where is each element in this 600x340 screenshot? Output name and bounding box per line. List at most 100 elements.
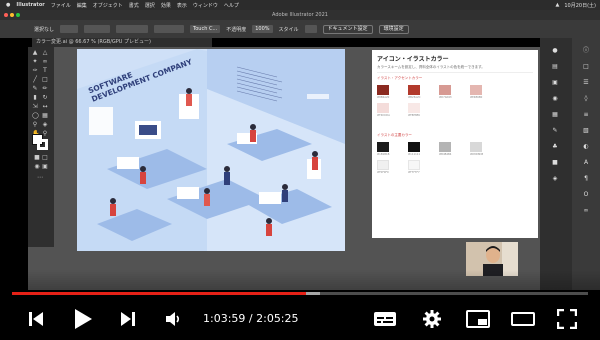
menu-file[interactable]: ファイル bbox=[51, 2, 71, 9]
menu-object[interactable]: オブジェクト bbox=[93, 2, 123, 9]
gradient-panel-icon[interactable]: ▧ bbox=[583, 128, 589, 134]
variable-width-dropdown[interactable] bbox=[154, 25, 185, 33]
appearance-icon[interactable]: ◈ bbox=[552, 176, 558, 182]
swatch[interactable] bbox=[377, 103, 389, 113]
swatch[interactable] bbox=[377, 160, 389, 170]
next-icon bbox=[121, 312, 135, 326]
align-icon[interactable]: ☰ bbox=[583, 80, 589, 86]
paragraph-icon[interactable]: ¶ bbox=[583, 176, 589, 182]
miniplayer-button[interactable] bbox=[463, 305, 493, 333]
menu-edit[interactable]: 編集 bbox=[77, 2, 87, 9]
menu-select[interactable]: 選択 bbox=[145, 2, 155, 9]
blend-tool-icon[interactable]: ◈ bbox=[42, 122, 48, 128]
line-tool-icon[interactable]: ╱ bbox=[32, 77, 38, 83]
stroke-weight-field[interactable] bbox=[116, 25, 149, 33]
color-panel-icon[interactable]: ◉ bbox=[552, 96, 558, 102]
eyedropper-tool-icon[interactable]: ⚲ bbox=[32, 122, 38, 128]
menu-effect[interactable]: 効果 bbox=[161, 2, 171, 9]
minimize-window-icon[interactable] bbox=[10, 13, 14, 17]
menu-view[interactable]: 表示 bbox=[177, 2, 187, 9]
color-scheme-slide[interactable]: アイコン・イラストカラー カラースキームを設定し、資料全体のイラストの色を統一で… bbox=[372, 50, 538, 238]
transparency-icon[interactable]: ◐ bbox=[583, 144, 589, 150]
eraser-tool-icon[interactable]: ▮ bbox=[32, 95, 38, 101]
video-player[interactable]: ● Illustrator ファイル 編集 オブジェクト 書式 選択 効果 表示… bbox=[0, 0, 600, 340]
style-swatch[interactable] bbox=[304, 25, 317, 33]
links-icon[interactable]: ∞ bbox=[583, 208, 589, 214]
swatch[interactable] bbox=[470, 85, 482, 95]
stroke-panel-icon[interactable]: ≡ bbox=[583, 112, 589, 118]
brush-dropdown[interactable]: Touch C... bbox=[190, 25, 221, 33]
swatch[interactable] bbox=[408, 85, 420, 95]
wifi-icon[interactable]: ▲ bbox=[556, 2, 560, 8]
section-main-label: イラストの主要カラー bbox=[377, 133, 412, 137]
stroke-dropdown[interactable] bbox=[84, 25, 111, 33]
fill-swatch[interactable] bbox=[60, 25, 79, 33]
magic-wand-tool-icon[interactable]: ✦ bbox=[32, 59, 38, 65]
play-button[interactable] bbox=[66, 305, 100, 333]
fullscreen-button[interactable] bbox=[553, 305, 581, 333]
apple-icon[interactable]: ● bbox=[6, 2, 10, 8]
layers-icon[interactable]: ▤ bbox=[552, 64, 558, 70]
color-mode-icon[interactable]: ■ bbox=[34, 155, 40, 161]
more-tools-icon[interactable]: ⋯ bbox=[37, 175, 43, 181]
theater-mode-button[interactable] bbox=[508, 305, 538, 333]
swatch[interactable] bbox=[470, 142, 482, 152]
menu-type[interactable]: 書式 bbox=[129, 2, 139, 9]
properties-icon[interactable]: ● bbox=[552, 48, 558, 54]
graphic-styles-icon[interactable]: ■ bbox=[552, 160, 558, 166]
symbols-icon[interactable]: ♣ bbox=[552, 144, 558, 150]
rectangle-tool-icon[interactable]: □ bbox=[42, 77, 48, 83]
info-icon[interactable]: ⓘ bbox=[583, 48, 589, 54]
stroke-color-swatch[interactable] bbox=[37, 139, 48, 150]
lasso-tool-icon[interactable]: ∞ bbox=[42, 59, 48, 65]
app-menu[interactable]: Illustrator bbox=[16, 2, 44, 8]
direct-selection-tool-icon[interactable]: △ bbox=[42, 50, 48, 56]
next-button[interactable] bbox=[114, 305, 142, 333]
swatches-icon[interactable]: ▦ bbox=[552, 112, 558, 118]
type-tool-icon[interactable]: T bbox=[42, 68, 48, 74]
duration: 2:05:25 bbox=[256, 312, 299, 325]
brushes-icon[interactable]: ✎ bbox=[552, 128, 558, 134]
opacity-field[interactable]: 100% bbox=[252, 25, 273, 33]
draw-mode-icon[interactable]: ◉ bbox=[34, 164, 40, 170]
settings-icon bbox=[423, 310, 441, 328]
miniplayer-icon bbox=[466, 310, 490, 328]
shape-builder-tool-icon[interactable]: ◯ bbox=[32, 113, 39, 119]
preferences-button[interactable]: 環境設定 bbox=[378, 24, 409, 34]
gradient-mode-icon[interactable]: □ bbox=[42, 155, 48, 161]
character-icon[interactable]: A bbox=[583, 160, 589, 166]
settings-button[interactable] bbox=[418, 305, 446, 333]
document-tab[interactable]: カラー変更.ai @ 66.67 % (RGB/GPU プレビュー) bbox=[32, 38, 212, 47]
swatch[interactable] bbox=[408, 160, 420, 170]
rotate-tool-icon[interactable]: ↻ bbox=[42, 95, 48, 101]
swatch[interactable] bbox=[377, 85, 389, 95]
swatch[interactable] bbox=[408, 103, 420, 113]
pencil-tool-icon[interactable]: ✏ bbox=[42, 86, 48, 92]
swatch[interactable] bbox=[439, 142, 451, 152]
width-tool-icon[interactable]: ↔ bbox=[42, 104, 48, 110]
pathfinder-icon[interactable]: □ bbox=[583, 64, 589, 70]
menu-window[interactable]: ウィンドウ bbox=[193, 2, 218, 9]
close-window-icon[interactable] bbox=[4, 13, 8, 17]
libraries-icon[interactable]: ▣ bbox=[552, 80, 558, 86]
swatch[interactable] bbox=[439, 85, 451, 95]
opentype-icon[interactable]: O bbox=[583, 192, 589, 198]
swatch-label: #F0F0F0 bbox=[377, 171, 389, 174]
play-icon bbox=[75, 309, 92, 329]
swatch[interactable] bbox=[408, 142, 420, 152]
previous-button[interactable] bbox=[22, 305, 50, 333]
gradient-tool-icon[interactable]: ▦ bbox=[42, 113, 48, 119]
pen-tool-icon[interactable]: ✑ bbox=[32, 68, 38, 74]
scale-tool-icon[interactable]: ⇲ bbox=[32, 104, 38, 110]
selection-tool-icon[interactable]: ▲ bbox=[32, 50, 38, 56]
document-setup-button[interactable]: ドキュメント設定 bbox=[322, 24, 373, 34]
zoom-window-icon[interactable] bbox=[16, 13, 20, 17]
swatch[interactable] bbox=[377, 142, 389, 152]
menu-help[interactable]: ヘルプ bbox=[224, 2, 239, 9]
captions-button[interactable] bbox=[370, 305, 400, 333]
mute-button[interactable] bbox=[159, 305, 187, 333]
screen-mode-icon[interactable]: ▣ bbox=[42, 164, 48, 170]
artboard[interactable]: SOFTWARE DEVELOPMENT COMPANY bbox=[77, 49, 345, 251]
transform-icon[interactable]: ◊ bbox=[583, 96, 589, 102]
paintbrush-tool-icon[interactable]: ✎ bbox=[32, 86, 38, 92]
